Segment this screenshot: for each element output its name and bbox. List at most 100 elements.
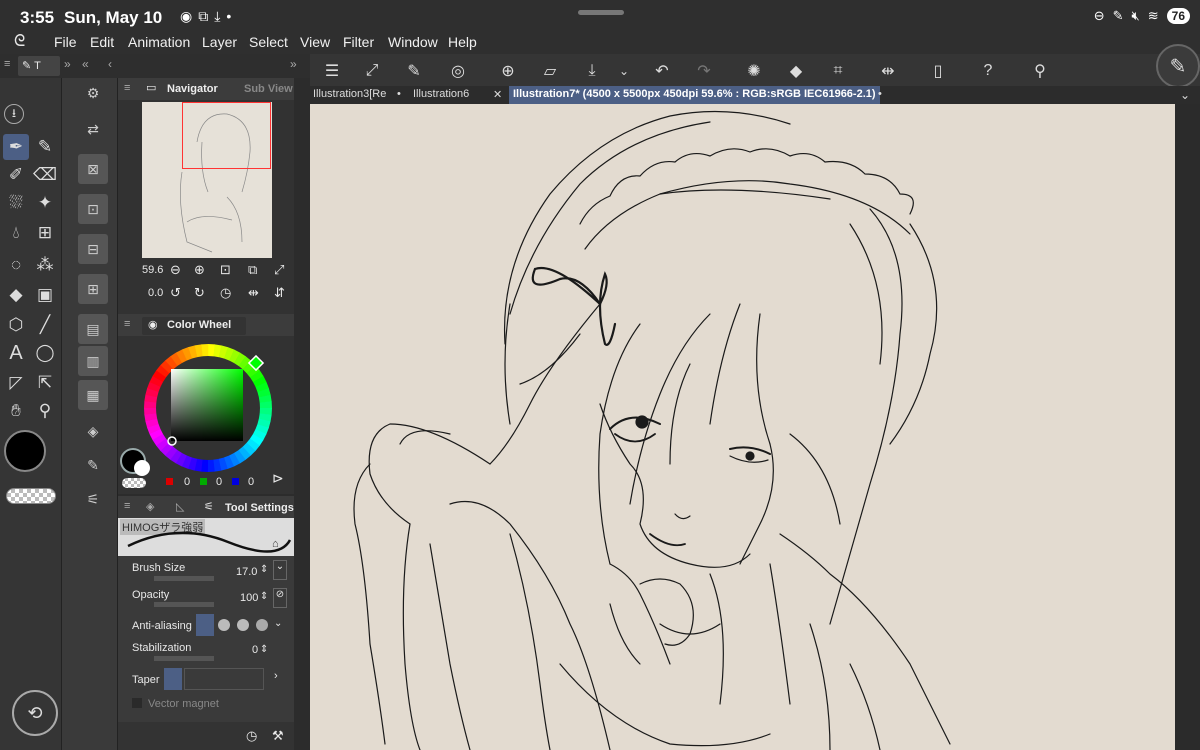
- navigator-thumbnail[interactable]: [142, 102, 272, 258]
- transparent-swatch[interactable]: [6, 488, 56, 504]
- menu-select[interactable]: Select: [249, 34, 288, 50]
- taper-options[interactable]: [184, 668, 264, 690]
- expand-icon[interactable]: »: [290, 57, 297, 71]
- antialias-mid-option[interactable]: [237, 619, 249, 631]
- panel-menu-icon[interactable]: ≡: [124, 318, 130, 330]
- viewport-selection-rect[interactable]: [182, 102, 271, 169]
- antialias-none-option[interactable]: [196, 614, 214, 636]
- crop-icon[interactable]: ⌗: [826, 60, 850, 82]
- pen-mode-button[interactable]: ✎: [1156, 44, 1200, 88]
- line-tool-icon[interactable]: ╱: [32, 312, 58, 338]
- main-color-swatch[interactable]: [4, 430, 46, 472]
- hamburger-menu-icon[interactable]: ☰: [320, 60, 344, 82]
- panel-icon-5[interactable]: ▤: [78, 314, 108, 344]
- layers-icon[interactable]: ◈: [78, 416, 108, 446]
- rotate-right-icon[interactable]: ↻: [194, 285, 205, 301]
- loading-icon[interactable]: ✺: [742, 60, 766, 82]
- balloon-tool-icon[interactable]: ◯: [32, 340, 58, 366]
- hand-tool-icon[interactable]: ✋︎: [3, 398, 29, 424]
- fullscreen-icon[interactable]: ⤢: [274, 262, 284, 278]
- menu-help[interactable]: Help: [448, 34, 477, 50]
- gradient-tool-icon[interactable]: ▣: [32, 282, 58, 308]
- brush-settings-icon[interactable]: ✎: [78, 450, 108, 480]
- tab-illustration7-active[interactable]: Illustration7* (4500 x 5500px 450dpi 59.…: [509, 86, 880, 104]
- zoom-out-icon[interactable]: ⊖: [170, 262, 181, 278]
- panel-icon-3[interactable]: ⊟: [78, 234, 108, 264]
- antialias-expand-icon[interactable]: ⌄: [274, 618, 282, 629]
- undo-icon[interactable]: ↶: [650, 60, 674, 82]
- rotate-left-icon[interactable]: ↺: [170, 285, 181, 301]
- eyedropper-icon[interactable]: ⚲: [32, 398, 58, 424]
- help-icon[interactable]: ?: [976, 60, 1000, 82]
- airbrush-tool-icon[interactable]: ⛆: [3, 190, 29, 216]
- 3d-object-icon[interactable]: ⬡: [3, 312, 29, 338]
- taper-option-1[interactable]: [164, 668, 182, 690]
- blend-tool-icon[interactable]: 💧︎: [3, 220, 29, 246]
- sliders-icon[interactable]: ⚟: [78, 484, 108, 514]
- active-tab-dot-icon[interactable]: •: [878, 88, 882, 100]
- window-handle[interactable]: [578, 10, 624, 15]
- quick-access-icon[interactable]: ⟲: [12, 690, 58, 736]
- panel-menu-icon[interactable]: ≡: [124, 82, 130, 94]
- brush-tab-icon[interactable]: ◺: [176, 500, 184, 513]
- menu-animation[interactable]: Animation: [128, 34, 190, 50]
- search-icon[interactable]: ⚲: [1028, 60, 1052, 82]
- zoom-in-icon[interactable]: ⊕: [194, 262, 205, 278]
- frame-tool-icon[interactable]: ◸: [3, 370, 29, 396]
- mesh-tool-icon[interactable]: ⊞: [32, 220, 58, 246]
- menu-handle-icon[interactable]: ≡: [4, 58, 10, 70]
- canvas-scrollbar[interactable]: [1175, 104, 1200, 750]
- panel-icon-2[interactable]: ⊡: [78, 194, 108, 224]
- stabilization-slider[interactable]: [154, 656, 214, 661]
- decoration-tool-icon[interactable]: ✦: [32, 190, 58, 216]
- new-file-icon[interactable]: ⊕: [496, 60, 520, 82]
- chevron-left-icon[interactable]: ‹: [108, 57, 112, 71]
- stepper-icon[interactable]: ⇕: [260, 564, 268, 575]
- lock-icon[interactable]: ⌂: [272, 538, 279, 550]
- download-icon[interactable]: ⭳: [4, 104, 24, 124]
- opacity-toggle-icon[interactable]: ⊘: [273, 588, 287, 608]
- hue-ring[interactable]: [136, 336, 280, 480]
- panel-icon-1[interactable]: ⊠: [78, 154, 108, 184]
- expand-size-icon[interactable]: ⌄: [273, 560, 287, 580]
- layer-tab-icon[interactable]: ◈: [146, 500, 154, 513]
- pencil-tool-icon[interactable]: ✎: [32, 134, 58, 160]
- menu-view[interactable]: View: [300, 34, 330, 50]
- tab-dot-icon[interactable]: •: [397, 88, 401, 100]
- lasso-tool-icon[interactable]: ◌: [3, 252, 29, 278]
- magic-wand-icon[interactable]: ⁂: [32, 252, 58, 278]
- fill-tool-icon[interactable]: ◆: [3, 282, 29, 308]
- redo-icon[interactable]: ↷: [692, 60, 716, 82]
- tool-tab[interactable]: ✎ T: [18, 56, 60, 76]
- layer-props-icon[interactable]: ⚙: [78, 78, 108, 108]
- stepper-icon[interactable]: ⇕: [260, 644, 268, 655]
- device-icon[interactable]: ▯: [926, 60, 950, 82]
- brush-tool-icon[interactable]: ✐: [3, 162, 29, 188]
- collapse-icon[interactable]: «: [82, 57, 89, 71]
- vector-magnet-checkbox[interactable]: [132, 698, 142, 708]
- menu-file[interactable]: File: [54, 34, 77, 50]
- color-wheel-tab[interactable]: Color Wheel: [167, 319, 231, 331]
- fit-window-icon[interactable]: ⧉: [248, 262, 257, 278]
- subview-tab[interactable]: Sub View: [244, 83, 293, 95]
- fit-icon[interactable]: ⊡: [220, 262, 231, 278]
- canvas-resize-icon[interactable]: ⤢: [360, 60, 384, 82]
- panel-icon-4[interactable]: ⊞: [78, 274, 108, 304]
- close-tab-icon[interactable]: ✕: [493, 88, 502, 101]
- save-icon[interactable]: ⤓: [580, 60, 604, 82]
- reset-rotation-icon[interactable]: ◷: [220, 285, 231, 301]
- brush-size-slider[interactable]: [154, 576, 214, 581]
- tab-illustration6[interactable]: Illustration6: [413, 88, 469, 100]
- wheel-transparent[interactable]: [122, 478, 146, 488]
- tool-settings-tab[interactable]: Tool Settings: [225, 502, 294, 514]
- navigator-tab[interactable]: Navigator: [167, 83, 218, 95]
- edit-icon[interactable]: ✎: [402, 60, 426, 82]
- fill-bucket-icon[interactable]: ◆: [784, 60, 808, 82]
- drawing-canvas[interactable]: [310, 104, 1175, 750]
- menu-edit[interactable]: Edit: [90, 34, 114, 50]
- flip-horizontal-icon[interactable]: ⇹: [248, 285, 259, 301]
- timelapse-icon[interactable]: ◎: [446, 60, 470, 82]
- color-mode-icon[interactable]: ⊳: [272, 470, 284, 487]
- pen-tool-icon[interactable]: ✒: [3, 134, 29, 160]
- opacity-slider[interactable]: [154, 602, 214, 607]
